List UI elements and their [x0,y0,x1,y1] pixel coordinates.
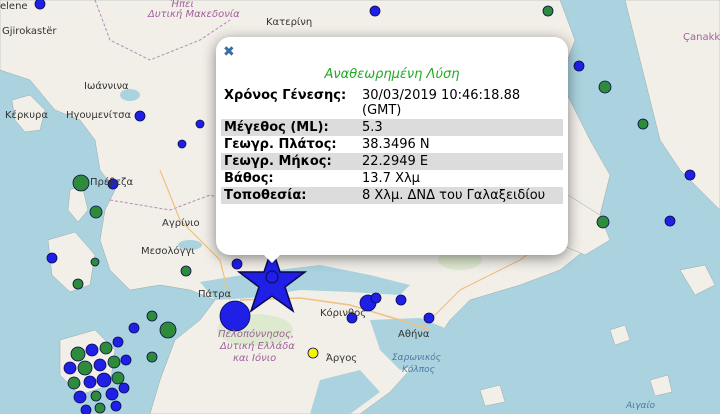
earthquake-marker [90,257,100,267]
earthquake-marker [395,294,407,306]
earthquake-marker [118,382,130,394]
earthquake-marker-large [219,300,251,332]
earthquake-marker [34,0,46,10]
earthquake-marker [96,372,112,388]
earthquake-marker [307,347,319,359]
earthquake-marker [94,402,106,414]
earthquake-marker [684,169,696,181]
place-label: Çanakk [683,32,720,43]
earthquake-marker [177,139,187,149]
earthquake-marker [46,252,58,264]
earthquake-marker [77,360,93,376]
earthquake-info-popup: ✖ Αναθεωρημένη Λύση Χρόνος Γένεσης: 30/0… [216,37,568,255]
earthquake-marker [85,343,99,357]
earthquake-marker [80,404,92,414]
place-label: Ηγουμενίτσα [66,110,132,121]
table-row: Γεωγρ. Μήκος: 22.2949 E [221,153,563,170]
place-label: Κόρινθος [320,308,367,319]
earthquake-marker [110,400,122,412]
earthquake-marker [107,355,121,369]
earthquake-marker [664,215,676,227]
main-event-center [265,270,279,284]
earthquake-marker [370,292,382,304]
place-label: Πελοπόννησος, [218,329,295,340]
earthquake-details-table: Χρόνος Γένεσης: 30/03/2019 10:46:18.88 (… [221,87,563,204]
earthquake-marker [598,80,612,94]
earthquake-marker [72,174,90,192]
earthquake-marker [180,265,192,277]
place-label: Αιγαίο [626,401,656,411]
map[interactable]: elene Gjirokastër Ήπει Δυτική Μακεδονία … [0,0,720,414]
earthquake-marker [63,361,77,375]
place-label: Αθήνα [398,329,430,340]
place-label: Gjirokastër [2,26,57,37]
earthquake-marker [423,312,435,324]
earthquake-marker [90,390,102,402]
detail-key: Μέγεθος (ML): [221,119,359,136]
place-label: elene [0,1,28,12]
place-label: Άργος [326,353,358,364]
detail-value: 5.3 [359,119,563,136]
earthquake-marker [111,371,125,385]
place-label: Κόλπος [402,365,435,375]
place-label: Κατερίνη [266,17,313,28]
earthquake-marker [105,387,119,401]
detail-key: Γεωγρ. Μήκος: [221,153,359,170]
earthquake-marker [134,110,146,122]
place-label: Πρέβεζα [90,177,134,188]
table-row: Μέγεθος (ML): 5.3 [221,119,563,136]
earthquake-marker [99,341,113,355]
earthquake-marker [159,321,177,339]
earthquake-marker [195,119,205,129]
table-row: Χρόνος Γένεσης: 30/03/2019 10:46:18.88 (… [221,87,563,119]
place-label: Σαρωνικός [392,353,442,363]
earthquake-marker [596,215,610,229]
popup-title: Αναθεωρημένη Λύση [324,67,460,82]
earthquake-marker [93,358,107,372]
earthquake-marker [67,376,81,390]
detail-value: 38.3496 N [362,137,430,152]
earthquake-marker [637,118,649,130]
detail-value: 13.7 Χλμ [362,171,420,186]
table-row: Γεωγρ. Πλάτος: 38.3496 N [221,136,563,153]
earthquake-marker [369,5,381,17]
detail-value: 30/03/2019 10:46:18.88 (GMT) [362,88,521,118]
close-x-icon[interactable]: ✖ [223,45,235,59]
place-label: Κέρκυρα [5,110,48,121]
earthquake-marker [128,322,140,334]
table-row: Τοποθεσία: 8 Χλμ. ΔΝΔ του Γαλαξειδίου [221,187,563,204]
detail-key: Τοποθεσία: [221,187,359,204]
place-label: Πάτρα [198,289,232,300]
earthquake-marker [231,258,243,270]
earthquake-marker [146,351,158,363]
earthquake-marker [573,60,585,72]
detail-value: 8 Χλμ. ΔΝΔ του Γαλαξειδίου [359,187,563,204]
place-label: Αγρίνιο [162,218,200,229]
place-label: Ιωάννινα [84,81,129,92]
earthquake-marker [73,390,87,404]
place-label: Δυτική Μακεδονία [148,9,240,20]
detail-key: Χρόνος Γένεσης: [224,88,347,103]
popup-tip [262,253,282,263]
earthquake-marker [146,310,158,322]
detail-value: 22.2949 E [359,153,563,170]
place-label: Δυτική Ελλάδα [220,341,295,352]
table-row: Βάθος: 13.7 Χλμ [221,170,563,187]
earthquake-marker [89,205,103,219]
earthquake-marker [542,5,554,17]
place-label: Μεσολόγγι [141,246,195,257]
detail-key: Γεωγρ. Πλάτος: [224,137,337,152]
detail-key: Βάθος: [224,171,274,186]
place-label: και Ιόνιο [233,353,277,364]
earthquake-marker [120,354,132,366]
earthquake-marker [83,375,97,389]
earthquake-marker [112,336,124,348]
earthquake-marker [72,278,84,290]
earthquake-marker [70,346,86,362]
